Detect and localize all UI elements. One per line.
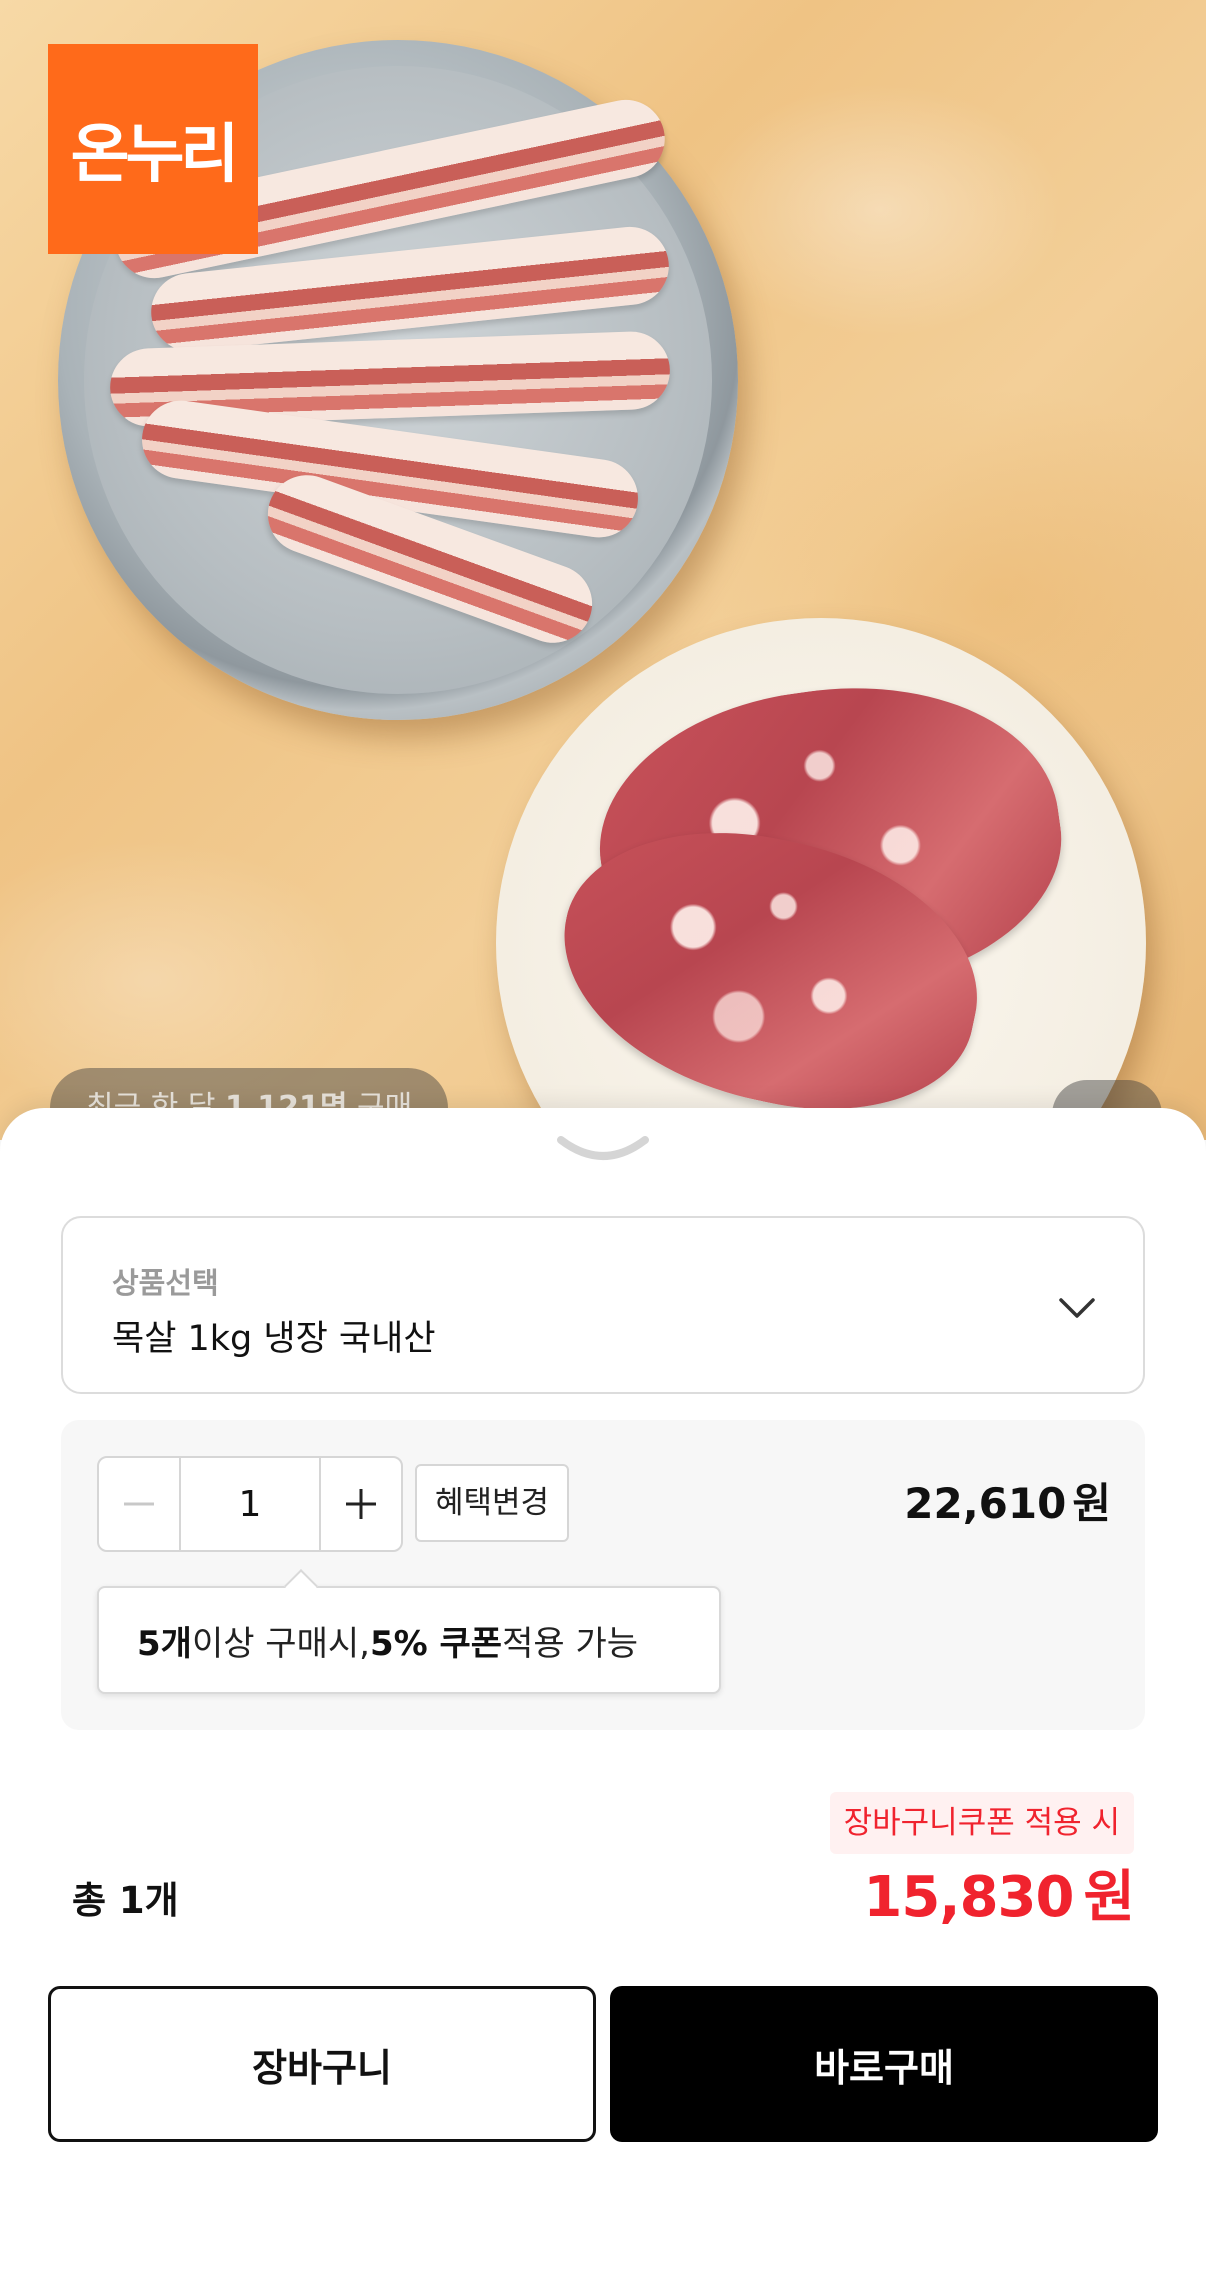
tooltip-text: 이상 구매시, [191,1623,370,1664]
chevron-down-icon[interactable] [553,1130,653,1170]
final-price: 15,830 원 [863,1852,1135,1933]
tooltip-arrow [284,1569,318,1603]
quantity-value[interactable]: 1 [179,1458,321,1550]
option-select-label: 상품선택 [112,1266,219,1300]
line-item-price: 22,610 원 [904,1470,1111,1531]
cart-coupon-badge: 장바구니쿠폰 적용 시 [829,1792,1134,1854]
decrement-button[interactable] [99,1458,179,1550]
bulk-coupon-tooltip: 5개 이상 구매시, 5% 쿠폰 적용 가능 [97,1569,721,1694]
line-price-currency: 원 [1072,1479,1111,1528]
tooltip-suffix: 적용 가능 [502,1623,639,1664]
option-select-value: 목살 1kg 냉장 국내산 [112,1319,436,1359]
final-price-currency: 원 [1083,1865,1135,1930]
final-price-value: 15,830 [863,1865,1074,1930]
increment-button[interactable] [321,1458,401,1550]
minus-icon [124,1502,154,1506]
line-price-value: 22,610 [904,1479,1067,1528]
change-benefit-button[interactable]: 혜택변경 [415,1464,570,1542]
quantity-stepper: 1 [97,1456,403,1552]
purchase-bottom-sheet: 상품선택 목살 1kg 냉장 국내산 1 혜택변경 22,610 원 5개 이상… [0,1108,1206,2280]
chevron-down-icon [1059,1298,1095,1318]
add-to-cart-button[interactable]: 장바구니 [48,1986,596,2142]
quantity-panel: 1 혜택변경 22,610 원 5개 이상 구매시, 5% 쿠폰 적용 가능 [61,1420,1145,1730]
buy-now-button[interactable]: 바로구매 [610,1986,1158,2142]
brand-logo: 온누리 [48,44,258,254]
plus-icon [346,1489,376,1519]
product-image: 온누리 최근 한 달 1,121명 구매 [0,0,1206,1140]
tooltip-coupon: 5% 쿠폰 [369,1623,503,1664]
product-option-select[interactable]: 상품선택 목살 1kg 냉장 국내산 [61,1216,1145,1394]
brand-logo-text: 온누리 [70,118,240,192]
tooltip-quantity: 5개 [137,1623,192,1664]
total-quantity: 총 1개 [72,1879,179,1922]
